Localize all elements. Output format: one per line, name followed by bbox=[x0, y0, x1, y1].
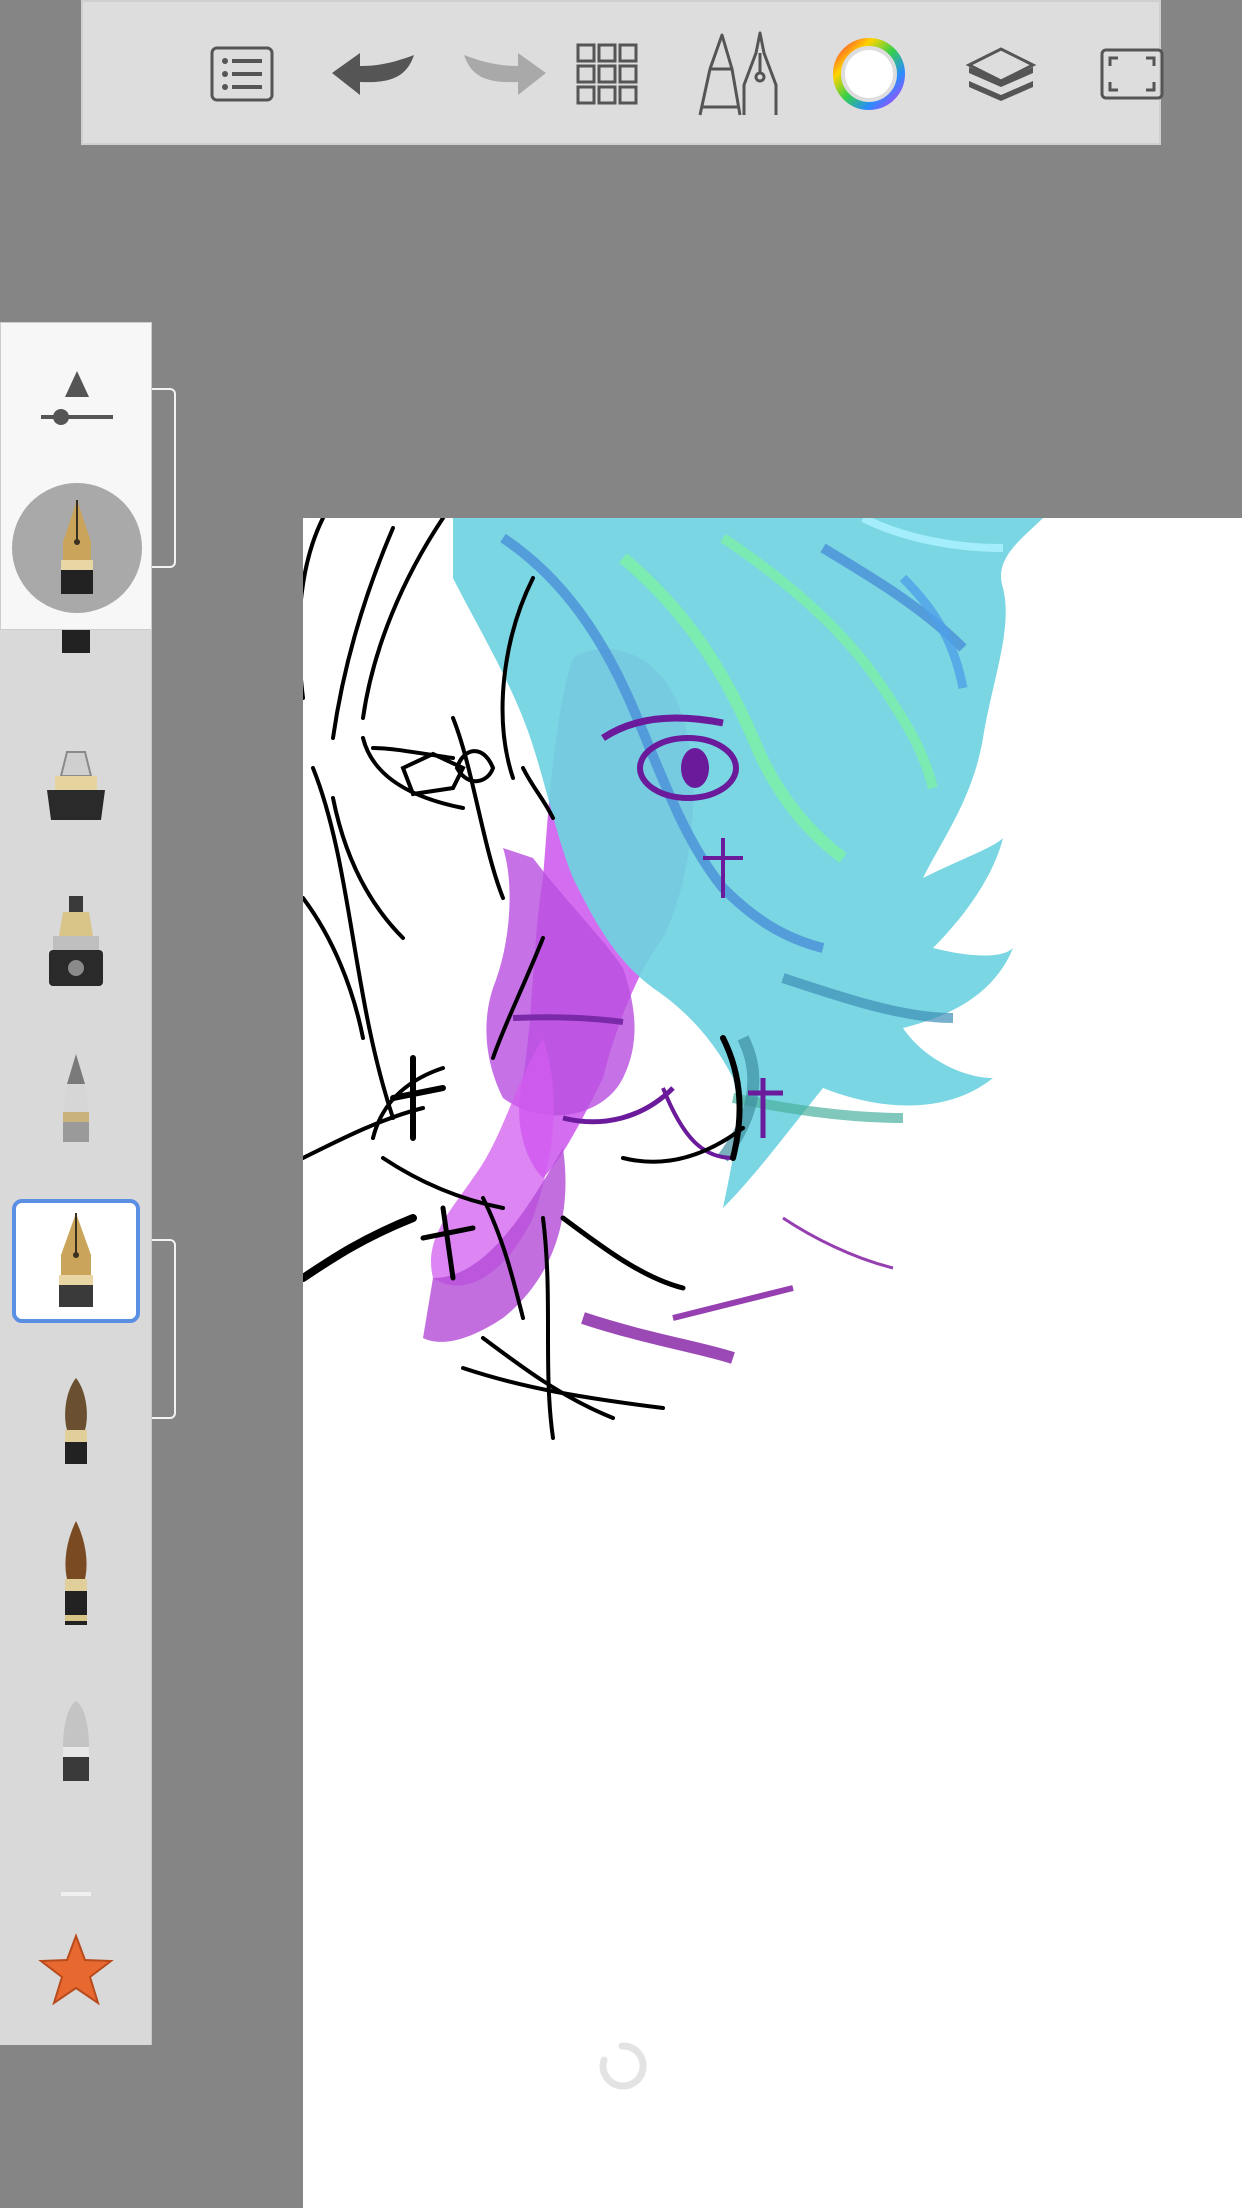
fountain-pen-icon bbox=[61, 500, 93, 594]
brushes-button[interactable] bbox=[687, 24, 787, 124]
undo-button[interactable] bbox=[323, 24, 423, 124]
brush-slot-eraser[interactable] bbox=[12, 1680, 140, 1804]
brush-slot-airbrush[interactable] bbox=[12, 880, 140, 1004]
brush-slot-marker[interactable] bbox=[12, 724, 140, 848]
redo-arrow-icon bbox=[464, 53, 546, 95]
brush-slot-fountain-pen[interactable] bbox=[12, 1199, 140, 1323]
pencil-icon bbox=[63, 1054, 89, 1142]
eraser-icon bbox=[63, 1701, 89, 1781]
color-wheel-icon bbox=[833, 38, 905, 110]
brush-slot-round-brush[interactable] bbox=[12, 1358, 140, 1482]
grid-icon bbox=[576, 43, 638, 105]
list-menu-icon bbox=[210, 46, 274, 102]
pencil-pen-icon bbox=[698, 31, 778, 116]
color-button[interactable] bbox=[819, 24, 919, 124]
top-toolbar bbox=[81, 0, 1164, 145]
layers-icon bbox=[965, 47, 1037, 101]
brush-size-slider-icon bbox=[41, 371, 113, 425]
redo-button[interactable] bbox=[455, 24, 555, 124]
brush-slot-more[interactable] bbox=[12, 1882, 140, 1902]
drawing-canvas[interactable] bbox=[303, 518, 1242, 2208]
undo-arrow-icon bbox=[332, 53, 414, 95]
brush-library-panel bbox=[0, 322, 176, 2045]
paintbrush-pointed-icon bbox=[65, 1521, 87, 1625]
airbrush-icon bbox=[49, 896, 103, 986]
panel-expand-handle-bottom[interactable] bbox=[152, 1239, 176, 1419]
paintbrush-round-icon bbox=[65, 1378, 87, 1464]
grid-button[interactable] bbox=[557, 24, 657, 124]
marker-icon bbox=[47, 751, 105, 820]
brush-slot-pencil[interactable] bbox=[12, 1036, 140, 1160]
layers-button[interactable] bbox=[951, 24, 1051, 124]
menu-button[interactable] bbox=[192, 24, 292, 124]
brush-size-control[interactable] bbox=[0, 322, 152, 630]
brush-slot-pointed-brush[interactable] bbox=[12, 1512, 140, 1636]
loading-spinner-icon bbox=[599, 2042, 647, 2090]
artwork-illustration bbox=[303, 518, 1043, 1440]
fountain-pen-icon bbox=[59, 1213, 93, 1307]
panel-expand-handle-top[interactable] bbox=[152, 388, 176, 568]
fullscreen-button[interactable] bbox=[1082, 24, 1182, 124]
fullscreen-icon bbox=[1100, 48, 1164, 100]
current-brush-indicator[interactable] bbox=[12, 483, 142, 613]
star-icon[interactable] bbox=[38, 1932, 114, 2008]
